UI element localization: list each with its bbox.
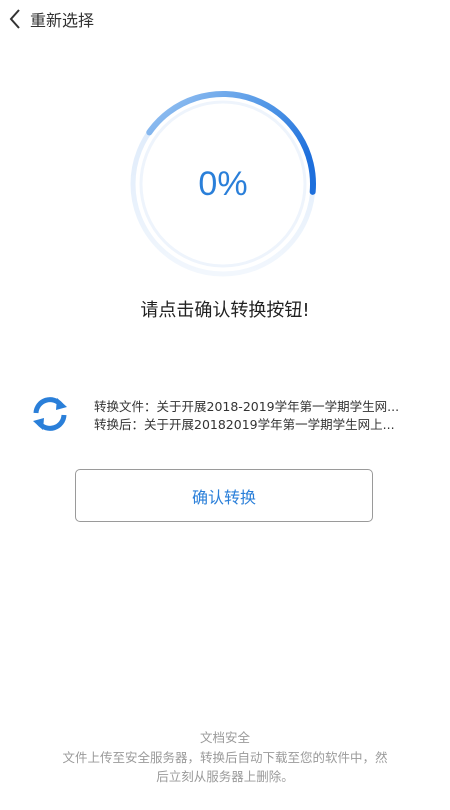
footer-description: 文件上传至安全服务器，转换后自动下载至您的软件中，然后立刻从服务器上删除。 [62,750,388,784]
top-bar: 重新选择 [0,0,450,40]
file-info: 转换文件：关于开展2018-2019学年第一学期学生网... 转换后：关于开展2… [94,398,434,434]
confirm-convert-button[interactable]: 确认转换 [75,469,373,522]
back-label: 重新选择 [30,11,95,30]
refresh-icon [33,397,67,431]
source-file-name: 转换文件：关于开展2018-2019学年第一学期学生网... [94,399,400,414]
progress-percent: 0% [198,164,248,203]
target-file-name: 转换后：关于开展20182019学年第一学期学生网上... [94,417,395,432]
footer-title: 文档安全 [199,730,250,745]
progress-ring: 0% [123,84,323,284]
footer: 文档安全 文件上传至安全服务器，转换后自动下载至您的软件中，然后立刻从服务器上删… [0,728,450,786]
back-button[interactable]: 重新选择 [8,4,94,34]
chevron-left-icon [9,9,20,29]
instruction-text: 请点击确认转换按钮! [140,300,310,321]
